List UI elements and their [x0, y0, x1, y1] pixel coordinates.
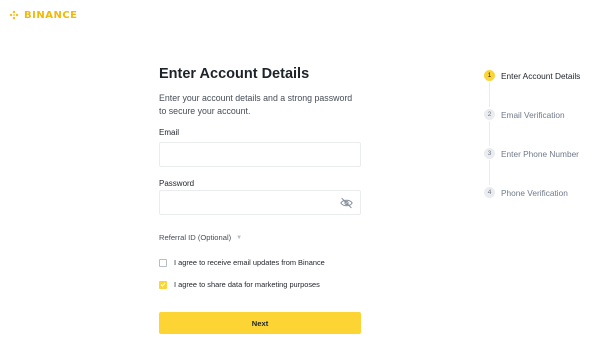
account-details-form: Enter Account Details Enter your account… [159, 66, 361, 334]
step-connector [489, 121, 490, 146]
eye-off-icon[interactable] [340, 197, 353, 209]
password-label: Password [159, 179, 195, 188]
step-connector [489, 82, 490, 107]
brand-name: BINANCE [24, 9, 78, 21]
step-enter-account-details: 1 Enter Account Details [484, 70, 580, 81]
step-number: 2 [484, 109, 495, 120]
email-field[interactable] [159, 142, 361, 167]
share-data-consent[interactable]: I agree to share data for marketing purp… [159, 280, 320, 289]
email-updates-consent[interactable]: I agree to receive email updates from Bi… [159, 258, 325, 267]
step-number: 4 [484, 187, 495, 198]
step-label: Email Verification [501, 109, 565, 120]
referral-label: Referral ID (Optional) [159, 233, 232, 242]
step-email-verification: 2 Email Verification [484, 109, 565, 120]
page-title: Enter Account Details [159, 66, 310, 82]
brand-logo[interactable]: BINANCE [8, 9, 78, 21]
next-button[interactable]: Next [159, 312, 361, 334]
share-data-label: I agree to share data for marketing purp… [174, 280, 320, 289]
step-number: 1 [484, 70, 495, 81]
step-enter-phone-number: 3 Enter Phone Number [484, 148, 579, 159]
binance-logo-icon [9, 10, 19, 20]
email-updates-label: I agree to receive email updates from Bi… [174, 258, 325, 267]
email-label: Email [159, 128, 180, 137]
step-number: 3 [484, 148, 495, 159]
step-label: Phone Verification [501, 187, 568, 198]
password-field[interactable] [159, 190, 361, 215]
caret-down-icon: ▼ [236, 234, 243, 241]
step-connector [489, 160, 490, 185]
step-label: Enter Phone Number [501, 148, 579, 159]
step-label: Enter Account Details [501, 70, 581, 81]
referral-toggle[interactable]: Referral ID (Optional) ▼ [159, 233, 242, 242]
share-data-checkbox[interactable] [159, 280, 167, 289]
page-subtitle: Enter your account details and a strong … [159, 93, 353, 116]
checkmark-icon [160, 282, 166, 287]
email-updates-checkbox[interactable] [159, 258, 167, 267]
step-phone-verification: 4 Phone Verification [484, 187, 568, 198]
